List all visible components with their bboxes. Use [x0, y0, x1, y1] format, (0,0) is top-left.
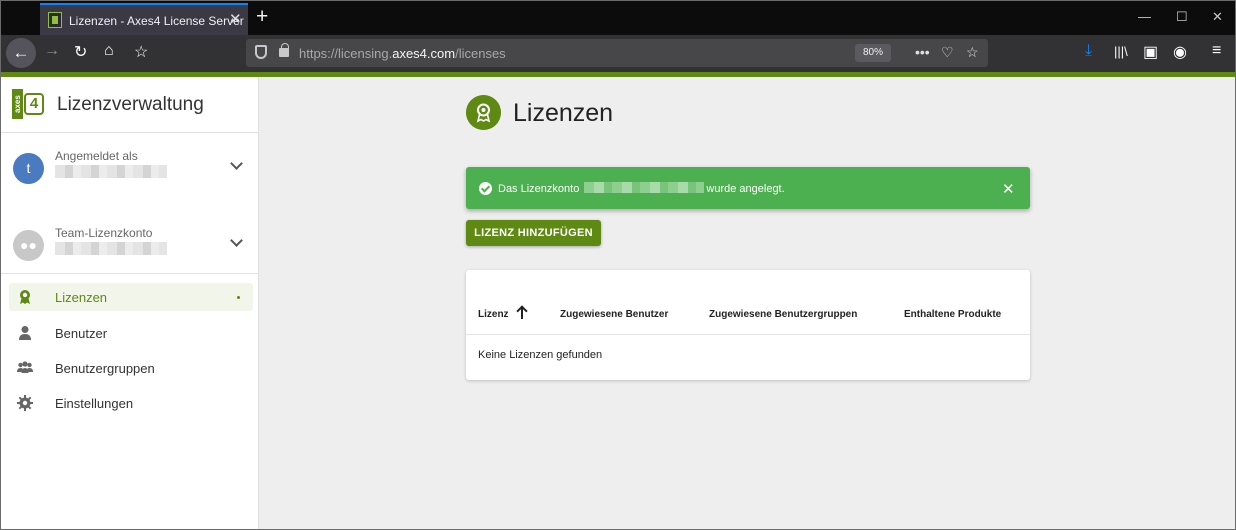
url-bar[interactable]: https://licensing.axes4.com/licenses 80%… — [246, 39, 988, 67]
sidebar: axes 4 Lizenzverwaltung t Angemeldet als… — [1, 77, 259, 529]
sidebar-item-usergroups[interactable]: Benutzergruppen — [9, 354, 253, 382]
licenses-table: Lizenz Zugewiesene Benutzer Zugewiesene … — [466, 270, 1030, 380]
divider — [1, 132, 258, 133]
redacted-username — [55, 165, 167, 178]
url-text[interactable]: https://licensing.axes4.com/licenses — [299, 46, 506, 61]
menu-icon[interactable]: ≡ — [1212, 42, 1221, 60]
close-window-icon[interactable]: ✕ — [1212, 9, 1223, 25]
sidebar-item-users[interactable]: Benutzer — [9, 319, 253, 347]
minimize-icon[interactable]: — — [1138, 9, 1151, 24]
user-account-selector[interactable]: t Angemeldet als — [13, 149, 253, 189]
tab-strip: Lizenzen - Axes4 License Server ✕ + — ☐ … — [1, 1, 1235, 35]
library-icon[interactable]: |||\ — [1114, 44, 1128, 59]
page-title: Lizenzen — [513, 99, 614, 127]
download-icon[interactable]: ⤓ — [1085, 42, 1092, 60]
sidebar-item-settings[interactable]: Einstellungen — [9, 389, 253, 417]
sidebar-item-label: Benutzer — [55, 326, 108, 341]
success-snackbar: Das Lizenzkonto wurde angelegt. ✕ — [466, 167, 1030, 209]
award-icon — [20, 290, 30, 304]
back-button[interactable]: ← — [6, 38, 36, 68]
sidebar-item-licenses[interactable]: Lizenzen — [9, 283, 253, 311]
lock-icon[interactable] — [279, 43, 289, 57]
divider — [1, 273, 258, 274]
home-button[interactable]: ⌂ — [104, 42, 114, 60]
tab-title: Lizenzen - Axes4 License Server — [69, 14, 244, 28]
chevron-down-icon[interactable] — [230, 157, 243, 170]
redacted-team-name — [55, 242, 167, 255]
maximize-icon[interactable]: ☐ — [1176, 9, 1188, 25]
team-account-selector[interactable]: ●● Team-Lizenzkonto — [13, 226, 253, 266]
column-header-assigned-users[interactable]: Zugewiesene Benutzer — [560, 309, 668, 320]
tab-licenses[interactable]: Lizenzen - Axes4 License Server ✕ — [40, 3, 248, 35]
close-icon[interactable]: ✕ — [1002, 180, 1015, 198]
favicon-icon — [48, 12, 62, 28]
snackbar-message: Das Lizenzkonto wurde angelegt. — [498, 182, 785, 195]
team-account-label: Team-Lizenzkonto — [55, 226, 153, 240]
column-header-assigned-groups[interactable]: Zugewiesene Benutzergruppen — [709, 309, 857, 320]
logged-in-label: Angemeldet als — [55, 149, 138, 163]
empty-state-text: Keine Lizenzen gefunden — [478, 349, 603, 361]
group-icon — [17, 361, 33, 373]
close-tab-icon[interactable]: ✕ — [229, 10, 242, 28]
gear-icon — [17, 395, 33, 411]
column-header-products[interactable]: Enthaltene Produkte — [904, 309, 1001, 320]
app-title: Lizenzverwaltung — [57, 94, 204, 115]
axes4-logo: axes 4 — [12, 87, 44, 121]
pocket-icon[interactable]: ♡ — [941, 44, 954, 61]
person-icon — [19, 326, 31, 340]
redacted-account-name — [584, 182, 705, 193]
team-avatar-icon: ●● — [13, 230, 44, 261]
bookmark-star-button[interactable]: ☆ — [134, 42, 148, 62]
forward-button[interactable]: → — [44, 42, 60, 60]
reload-button[interactable]: ↻ — [74, 42, 87, 62]
add-license-button[interactable]: LIZENZ HINZUFÜGEN — [466, 220, 601, 246]
shield-icon[interactable] — [255, 45, 267, 59]
star-icon[interactable]: ☆ — [966, 44, 979, 61]
sidebar-item-label: Benutzergruppen — [55, 361, 155, 376]
more-actions-icon[interactable]: ••• — [915, 44, 930, 60]
navigation-bar: ← → ↻ ⌂ ☆ https://licensing.axes4.com/li… — [1, 35, 1235, 72]
chevron-down-icon[interactable] — [230, 234, 243, 247]
user-avatar: t — [13, 153, 44, 184]
new-tab-button[interactable]: + — [256, 5, 268, 29]
check-circle-icon — [479, 182, 492, 195]
active-indicator — [237, 296, 240, 299]
zoom-level[interactable]: 80% — [855, 44, 891, 62]
sidebar-item-label: Einstellungen — [55, 396, 134, 411]
page-content: axes 4 Lizenzverwaltung t Angemeldet als… — [1, 77, 1235, 529]
license-award-icon — [466, 95, 501, 130]
column-header-license[interactable]: Lizenz — [478, 309, 509, 320]
divider — [466, 334, 1030, 335]
sidebar-item-label: Lizenzen — [55, 290, 108, 305]
sidebar-toggle-icon[interactable]: ▣ — [1143, 42, 1158, 62]
sort-arrow-up-icon[interactable] — [517, 306, 527, 320]
browser-window: Lizenzen - Axes4 License Server ✕ + — ☐ … — [0, 0, 1236, 530]
account-icon[interactable]: ◉ — [1173, 42, 1187, 62]
